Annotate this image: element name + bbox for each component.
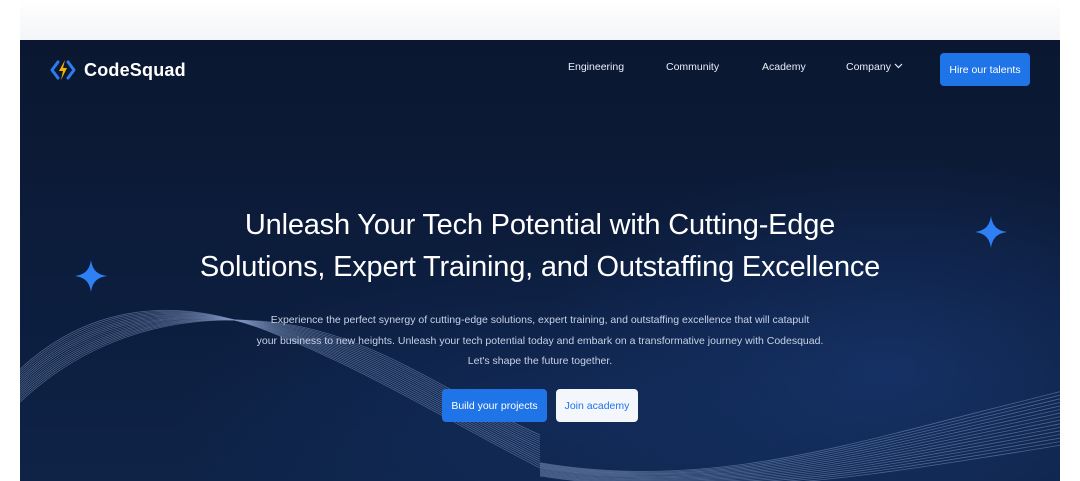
nav-link-academy[interactable]: Academy (762, 61, 806, 73)
nav-link-company[interactable]: Company (846, 61, 903, 73)
brand-logo[interactable]: CodeSquad (50, 57, 186, 83)
page-top-margin (20, 0, 1060, 40)
hire-talents-button[interactable]: Hire our talents (940, 53, 1030, 86)
hero-section: CodeSquad Engineering Community Academy … (20, 40, 1060, 481)
brand-name: CodeSquad (84, 59, 186, 80)
hero-title: Unleash Your Tech Potential with Cutting… (20, 204, 1060, 288)
hero-title-line-2: Solutions, Expert Training, and Outstaff… (199, 251, 881, 283)
hero-subtitle: Experience the perfect synergy of cuttin… (220, 310, 860, 372)
nav-link-engineering[interactable]: Engineering (568, 61, 624, 73)
hero-subtitle-line-1: Experience the perfect synergy of cuttin… (270, 314, 810, 326)
hero-title-line-1: Unleash Your Tech Potential with Cutting… (244, 209, 836, 241)
hero-subtitle-line-2: your business to new heights. Unleash yo… (256, 334, 824, 347)
join-academy-button[interactable]: Join academy (556, 389, 638, 422)
chevron-down-icon (894, 63, 903, 69)
codesquad-logo-icon (50, 60, 76, 80)
build-projects-button[interactable]: Build your projects (442, 389, 547, 422)
hero-subtitle-line-3: Let's shape the future together. (467, 355, 613, 367)
nav-link-community[interactable]: Community (666, 61, 719, 73)
hero-cta-row: Build your projects Join academy (20, 389, 1060, 422)
nav-link-company-label: Company (846, 61, 891, 73)
top-navigation: CodeSquad Engineering Community Academy … (20, 40, 1060, 100)
